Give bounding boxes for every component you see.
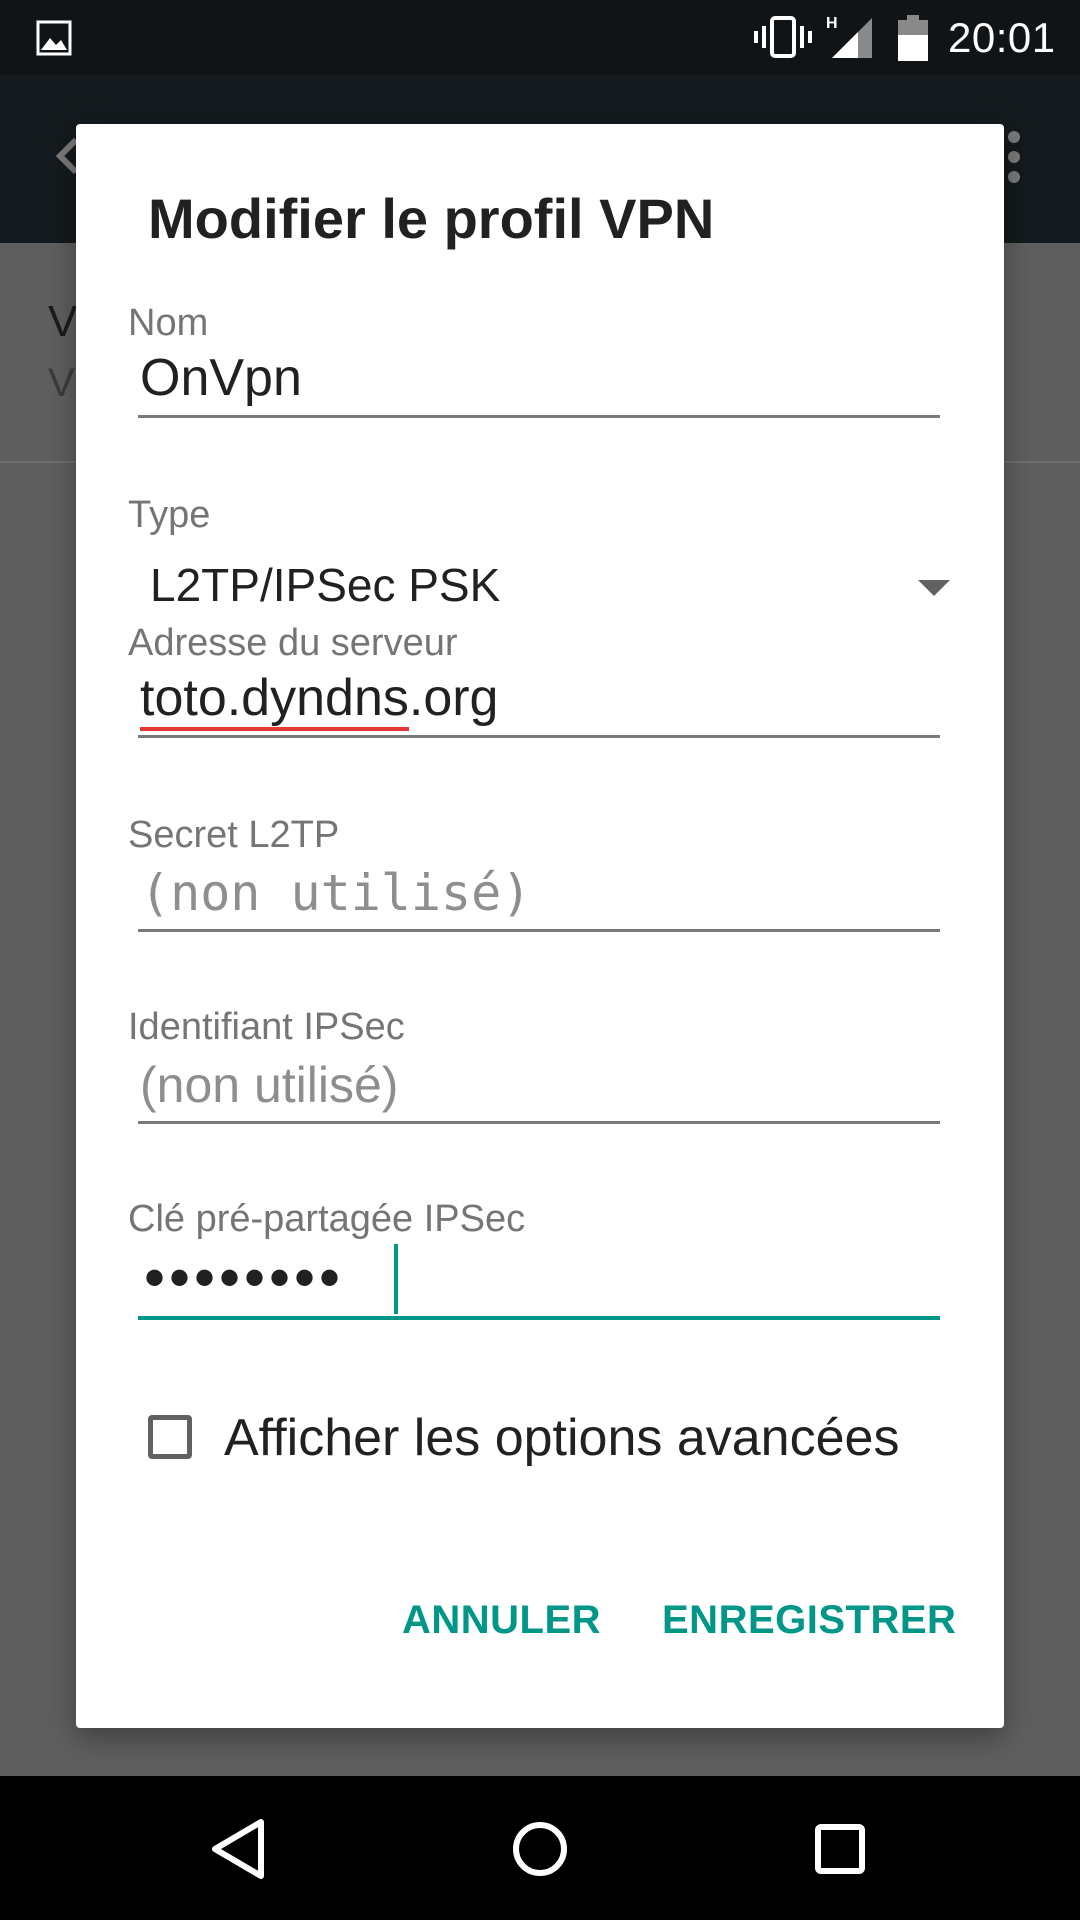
- signal-icon: H: [826, 15, 872, 58]
- cancel-button[interactable]: ANNULER: [402, 1598, 601, 1643]
- network-type-label: H: [826, 15, 838, 32]
- nav-recents-icon[interactable]: [805, 1814, 875, 1884]
- dialog-title: Modifier le profil VPN: [148, 187, 715, 250]
- battery-icon: [898, 15, 928, 61]
- type-select[interactable]: L2TP/IPSec PSK: [138, 550, 950, 626]
- spellcheck-underline: toto.dyndns: [140, 669, 409, 731]
- advanced-options-row[interactable]: Afficher les options avancées: [148, 1406, 948, 1476]
- name-input-value: OnVpn: [140, 349, 302, 407]
- type-label: Type: [128, 494, 211, 536]
- overflow-menu-icon: [1008, 131, 1020, 183]
- nav-home-icon[interactable]: [505, 1814, 575, 1884]
- status-bar: H 20:01: [0, 0, 1080, 75]
- vibrate-icon: [754, 16, 812, 58]
- gallery-icon: [36, 20, 72, 56]
- navigation-bar: [0, 1776, 1080, 1920]
- l2tp-secret-label: Secret L2TP: [128, 814, 340, 856]
- status-clock: 20:01: [948, 14, 1056, 61]
- save-button[interactable]: ENREGISTRER: [662, 1598, 956, 1643]
- ipsec-id-input[interactable]: (non utilisé): [138, 1044, 940, 1124]
- ipsec-id-placeholder: (non utilisé): [140, 1057, 399, 1113]
- l2tp-secret-input[interactable]: (non utilisé): [138, 852, 940, 932]
- ipsec-id-label: Identifiant IPSec: [128, 1006, 405, 1048]
- ipsec-psk-input[interactable]: ••••••••: [138, 1240, 940, 1320]
- ipsec-psk-masked-value: ••••••••: [144, 1244, 345, 1311]
- nav-back-icon[interactable]: [205, 1814, 275, 1884]
- server-address-value: toto.dyndns.org: [140, 668, 499, 731]
- edit-vpn-dialog: Modifier le profil VPN Nom OnVpn Type L2…: [76, 124, 1004, 1728]
- dropdown-arrow-icon: [918, 580, 950, 596]
- l2tp-secret-placeholder: (non utilisé): [140, 864, 532, 922]
- vpn-list-item-subtitle: V: [48, 361, 75, 405]
- advanced-options-label: Afficher les options avancées: [224, 1409, 900, 1467]
- vpn-list-item-title: V: [48, 297, 78, 346]
- text-cursor: [394, 1244, 398, 1314]
- ipsec-psk-label: Clé pré-partagée IPSec: [128, 1198, 526, 1240]
- type-select-value: L2TP/IPSec PSK: [150, 559, 501, 611]
- name-input[interactable]: OnVpn: [138, 338, 940, 418]
- server-address-value-rest: .org: [408, 669, 499, 727]
- server-address-input[interactable]: toto.dyndns.org: [138, 658, 940, 738]
- advanced-options-checkbox[interactable]: [148, 1415, 192, 1459]
